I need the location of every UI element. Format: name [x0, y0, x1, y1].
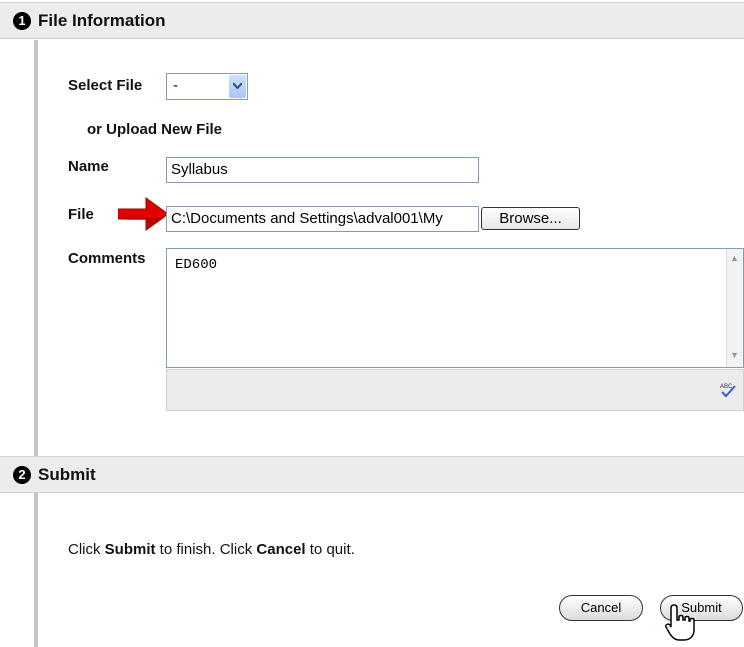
red-arrow-icon	[118, 197, 169, 231]
instructions-part2: to finish. Click	[155, 541, 257, 558]
submit-header: 2 Submit	[0, 456, 744, 493]
cancel-button[interactable]: Cancel	[559, 595, 643, 621]
select-file-label: Select File	[68, 77, 143, 94]
select-file-value: -	[173, 77, 178, 94]
submit-instructions: Click Submit to finish. Click Cancel to …	[68, 541, 355, 558]
scroll-down-icon[interactable]: ▼	[730, 350, 739, 360]
comments-label: Comments	[68, 250, 146, 267]
file-information-header: 1 File Information	[0, 2, 744, 39]
scroll-up-icon[interactable]: ▲	[730, 253, 739, 263]
instructions-part3: to quit.	[305, 541, 355, 558]
file-label: File	[68, 206, 94, 223]
instructions-cancel-word: Cancel	[256, 541, 306, 558]
name-label: Name	[68, 158, 109, 175]
file-path-input[interactable]: C:\Documents and Settings\adval001\My	[166, 206, 479, 232]
section2-guide-line	[34, 493, 38, 647]
section1-guide-line	[34, 40, 38, 456]
file-information-title: File Information	[38, 11, 166, 30]
instructions-part1: Click	[68, 541, 105, 558]
step-one-badge: 1	[13, 12, 31, 30]
comments-textarea[interactable]: ED600 ▲ ▼	[166, 248, 744, 368]
browse-button[interactable]: Browse...	[481, 207, 580, 230]
step-two-badge: 2	[13, 466, 31, 484]
upload-new-file-label: or Upload New File	[87, 121, 223, 138]
hand-cursor-icon	[665, 604, 695, 641]
name-input[interactable]: Syllabus	[166, 157, 479, 183]
chevron-down-icon[interactable]	[229, 75, 246, 98]
spellcheck-icon[interactable]: ABC	[719, 381, 737, 399]
instructions-submit-word: Submit	[104, 541, 156, 558]
comments-text: ED600	[175, 257, 218, 273]
comments-toolbar: ABC	[166, 369, 744, 411]
submit-title: Submit	[38, 465, 96, 484]
comments-scrollbar[interactable]: ▲ ▼	[726, 249, 743, 367]
select-file-dropdown[interactable]: -	[166, 73, 248, 100]
